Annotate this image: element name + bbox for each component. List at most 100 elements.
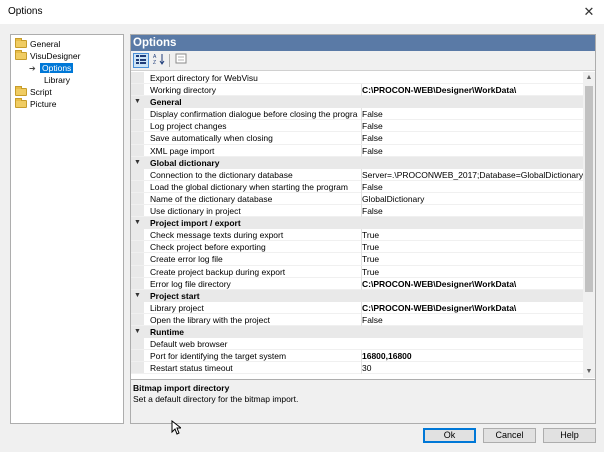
property-category[interactable]: ▼ Project start xyxy=(131,289,583,302)
property-name: Log project changes xyxy=(150,121,227,132)
property-grid: Export directory for WebVisu Working dire… xyxy=(131,72,583,378)
scroll-up-icon[interactable]: ▲ xyxy=(583,72,595,84)
property-row[interactable]: Port for identifying the target system 16… xyxy=(131,350,583,363)
tree-item-label: VisuDesigner xyxy=(30,51,81,61)
ok-button[interactable]: Ok xyxy=(423,428,476,443)
property-category[interactable]: ▼ Runtime xyxy=(131,325,583,339)
property-name: Default web browser xyxy=(150,339,228,350)
scroll-thumb[interactable] xyxy=(585,86,593,292)
property-name: Restart status timeout xyxy=(150,363,233,374)
property-value[interactable]: False xyxy=(361,108,583,121)
property-name: Save automatically when closing xyxy=(150,133,273,144)
category-label: General xyxy=(150,97,182,108)
property-value[interactable]: False xyxy=(361,313,583,326)
property-value[interactable]: False xyxy=(361,205,583,218)
panel-title: Options xyxy=(131,35,595,51)
property-category[interactable]: ▼ Global dictionary xyxy=(131,156,583,169)
row-gutter xyxy=(131,168,144,180)
property-pages-icon[interactable] xyxy=(173,53,189,68)
help-button[interactable]: Help xyxy=(543,428,596,443)
row-gutter xyxy=(131,180,144,192)
property-value[interactable]: True xyxy=(361,229,583,242)
property-name: Check project before exporting xyxy=(150,242,266,253)
categorized-icon[interactable] xyxy=(133,53,149,68)
property-name: Open the library with the project xyxy=(150,314,271,325)
property-value[interactable]: True xyxy=(361,241,583,254)
category-label: Project start xyxy=(150,290,200,301)
property-toolbar: AZ xyxy=(131,51,595,71)
row-gutter xyxy=(131,362,144,374)
tree-item-label: Script xyxy=(30,87,52,97)
sort-alphabetical-icon[interactable]: AZ xyxy=(151,53,167,68)
property-row[interactable]: Create error log file True xyxy=(131,253,583,266)
property-row[interactable]: Export directory for WebVisu xyxy=(131,72,583,85)
scroll-down-icon[interactable]: ▼ xyxy=(583,366,595,378)
cancel-button[interactable]: Cancel xyxy=(483,428,536,443)
property-row[interactable]: Load the global dictionary when starting… xyxy=(131,180,583,193)
property-value[interactable]: 30 xyxy=(361,362,583,375)
property-row[interactable]: Open the library with the project False xyxy=(131,313,583,326)
property-value[interactable]: 16800,16800 xyxy=(361,350,583,363)
property-value[interactable]: True xyxy=(361,265,583,278)
tree-item-visudesigner[interactable]: VisuDesigner xyxy=(15,50,80,62)
property-value[interactable]: False xyxy=(361,120,583,133)
row-gutter xyxy=(131,205,144,217)
property-value[interactable]: False xyxy=(361,144,583,157)
close-icon[interactable]: ✕ xyxy=(578,2,600,22)
tree-item-library[interactable]: Library xyxy=(44,74,70,86)
property-value[interactable]: GlobalDictionary xyxy=(361,192,583,205)
property-row[interactable]: Working directory C:\PROCON-WEB\Designer\… xyxy=(131,84,583,97)
property-row[interactable]: Library project C:\PROCON-WEB\Designer\Wo… xyxy=(131,301,583,314)
property-row[interactable]: Error log file directory C:\PROCON-WEB\De… xyxy=(131,277,583,290)
property-name: Export directory for WebVisu xyxy=(150,73,258,83)
property-row[interactable]: Default web browser xyxy=(131,338,583,351)
property-row[interactable]: Save automatically when closing False xyxy=(131,132,583,145)
property-name: Working directory xyxy=(150,85,216,96)
property-value[interactable]: True xyxy=(361,253,583,266)
row-gutter xyxy=(131,120,144,132)
folder-icon xyxy=(15,98,27,108)
property-value[interactable]: C:\PROCON-WEB\Designer\WorkData\ xyxy=(361,301,583,314)
property-row[interactable]: Use dictionary in project False xyxy=(131,205,583,218)
tree-item-script[interactable]: Script xyxy=(15,86,52,98)
property-row[interactable]: Log project changes False xyxy=(131,120,583,133)
property-row[interactable]: Display confirmation dialogue before clo… xyxy=(131,108,583,121)
tree-item-general[interactable]: General xyxy=(15,38,60,50)
property-row[interactable]: Restart status timeout 30 xyxy=(131,362,583,375)
vertical-scrollbar[interactable]: ▲ ▼ xyxy=(583,72,595,378)
property-category[interactable]: ▼ Project import / export xyxy=(131,217,583,230)
row-gutter xyxy=(131,313,144,325)
property-category[interactable]: ▼ General xyxy=(131,96,583,109)
row-gutter xyxy=(131,301,144,313)
collapse-icon[interactable]: ▼ xyxy=(134,157,141,169)
row-gutter xyxy=(131,84,144,96)
row-gutter xyxy=(131,72,144,84)
property-row[interactable]: Check project before exporting True xyxy=(131,241,583,254)
property-value[interactable]: C:\PROCON-WEB\Designer\WorkData\ xyxy=(361,277,583,290)
property-value[interactable]: Server=.\PROCONWEB_2017;Database=GlobalD… xyxy=(361,168,583,181)
property-name: Port for identifying the target system xyxy=(150,351,287,362)
tree-item-picture[interactable]: Picture xyxy=(15,98,56,110)
category-label: Global dictionary xyxy=(150,157,220,168)
collapse-icon[interactable]: ▼ xyxy=(134,326,141,338)
row-gutter xyxy=(131,253,144,265)
property-value[interactable]: C:\PROCON-WEB\Designer\WorkData\ xyxy=(361,84,583,97)
row-gutter xyxy=(131,338,144,350)
tree-item-options[interactable]: ➔ Options xyxy=(29,62,74,74)
collapse-icon[interactable]: ▼ xyxy=(134,290,141,302)
property-row[interactable]: XML page import False xyxy=(131,144,583,157)
arrow-right-icon: ➔ xyxy=(29,64,36,73)
collapse-icon[interactable]: ▼ xyxy=(134,96,141,108)
property-row[interactable]: Connection to the dictionary database Ser… xyxy=(131,168,583,181)
property-row[interactable]: Name of the dictionary database GlobalDic… xyxy=(131,192,583,206)
property-name: Create project backup during export xyxy=(150,266,286,277)
description-title: Bitmap import directory xyxy=(133,383,230,393)
svg-text:Z: Z xyxy=(153,60,156,65)
collapse-icon[interactable]: ▼ xyxy=(134,217,141,229)
property-row[interactable]: Create project backup during export True xyxy=(131,265,583,278)
property-name: Create error log file xyxy=(150,254,223,265)
property-row[interactable]: Check message texts during export True xyxy=(131,229,583,242)
property-value[interactable]: False xyxy=(361,180,583,193)
property-value[interactable]: False xyxy=(361,132,583,145)
tree-item-label: General xyxy=(30,39,61,49)
